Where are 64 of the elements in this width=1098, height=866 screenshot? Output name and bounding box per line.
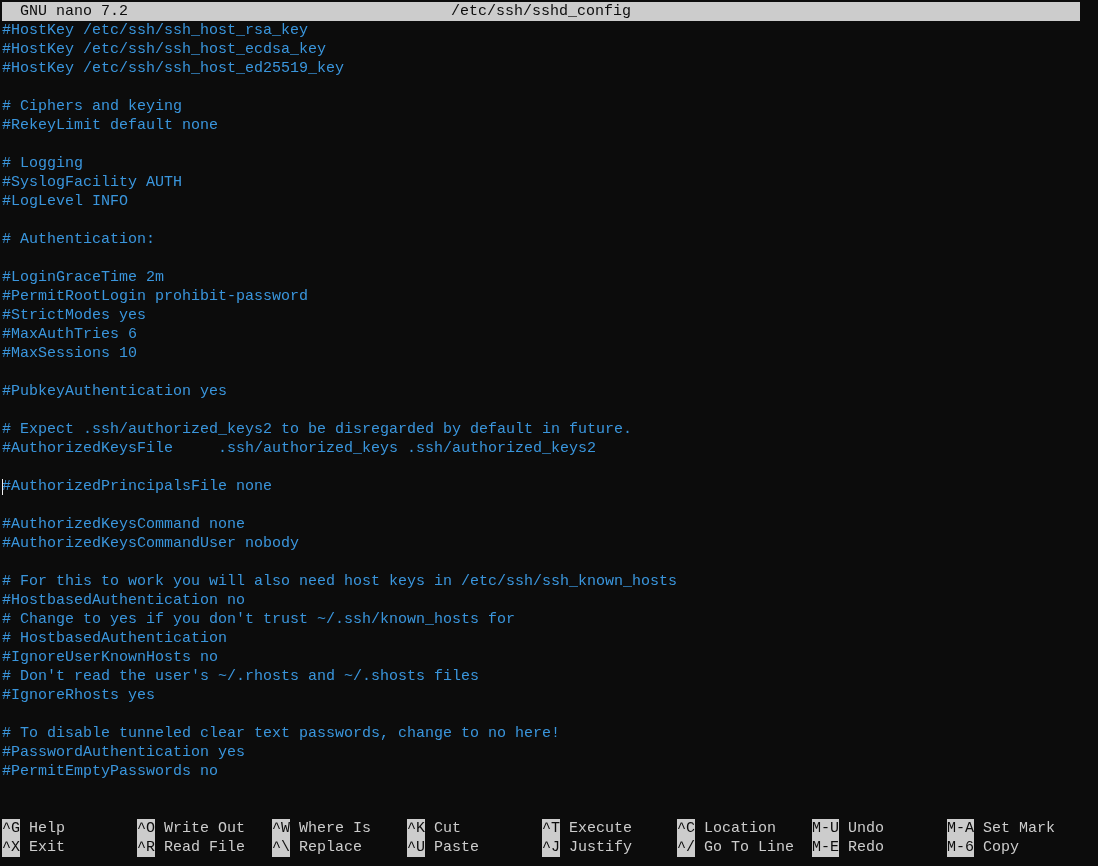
shortcut-label: Where Is	[299, 819, 372, 838]
config-line: #AuthorizedKeysCommandUser nobody	[2, 535, 300, 552]
shortcut-label: Undo	[848, 819, 885, 838]
config-line: # HostbasedAuthentication	[2, 630, 228, 647]
shortcut-label: Redo	[848, 838, 885, 857]
config-line: #IgnoreRhosts yes	[2, 687, 156, 704]
config-line: # Authentication:	[2, 231, 156, 248]
config-line: #LoginGraceTime 2m	[2, 269, 165, 286]
shortcut-label: Exit	[29, 838, 66, 857]
shortcut-label: Write Out	[164, 819, 246, 838]
config-line: #RekeyLimit default none	[2, 117, 219, 134]
shortcut-label: Execute	[569, 819, 633, 838]
config-line: #HostKey /etc/ssh/ssh_host_ecdsa_key	[2, 41, 327, 58]
config-line: # Expect .ssh/authorized_keys2 to be disregarded by default in future.	[2, 421, 633, 438]
config-line: #MaxSessions 10	[2, 345, 138, 362]
shortcut-key: ^G	[2, 819, 20, 838]
shortcut-label: Copy	[983, 838, 1020, 857]
shortcut-label: Location	[704, 819, 777, 838]
shortcut-label: Help	[29, 819, 66, 838]
config-line: #AuthorizedPrincipalsFile none	[2, 478, 273, 495]
config-line: # Don't read the user's ~/.rhosts and ~/.shosts files	[2, 668, 480, 685]
config-line: # For this to work you will also need host keys in /etc/ssh/ssh_known_hosts	[2, 573, 678, 590]
shortcut-label: Go To Line	[704, 838, 795, 857]
config-line: #LogLevel INFO	[2, 193, 129, 210]
shortcut-key: M-E	[812, 838, 839, 857]
config-line: # Change to yes if you don't trust ~/.ssh/known_hosts for	[2, 611, 516, 628]
config-line: #HostKey /etc/ssh/ssh_host_rsa_key	[2, 22, 309, 39]
config-line: #PermitRootLogin prohibit-password	[2, 288, 309, 305]
shortcut-key: ^T	[542, 819, 560, 838]
config-line: #AuthorizedKeysFile .ssh/authorized_keys .ssh/authorized_keys2	[2, 440, 597, 457]
shortcut-key: M-A	[947, 819, 974, 838]
shortcut-key: ^/	[677, 838, 695, 857]
shortcut-label: Replace	[299, 838, 363, 857]
config-line: #SyslogFacility AUTH	[2, 174, 183, 191]
shortcut-key: ^J	[542, 838, 560, 857]
shortcut-key: M-6	[947, 838, 974, 857]
config-line: # To disable tunneled clear text passwords, change to no here!	[2, 725, 561, 742]
config-line: #HostbasedAuthentication no	[2, 592, 246, 609]
file-name: /etc/ssh/sshd_config	[451, 2, 631, 21]
config-line: #PermitEmptyPasswords no	[2, 763, 219, 780]
config-line: #IgnoreUserKnownHosts no	[2, 649, 219, 666]
shortcut-key: M-U	[812, 819, 839, 838]
config-line: # Logging	[2, 155, 83, 172]
shortcut-key: ^U	[407, 838, 425, 857]
config-line: #StrictModes yes	[2, 307, 147, 324]
config-line: # Ciphers and keying	[2, 98, 183, 115]
shortcut-key: ^X	[2, 838, 20, 857]
config-line: #MaxAuthTries 6	[2, 326, 138, 343]
config-line: #PubkeyAuthentication yes	[2, 383, 228, 400]
app-version: GNU nano 7.2	[19, 2, 129, 21]
shortcut-key: ^\	[272, 838, 290, 857]
shortcut-label: Read File	[164, 838, 246, 857]
shortcut-label: Justify	[569, 838, 633, 857]
shortcut-key: ^W	[272, 819, 290, 838]
config-line: #AuthorizedKeysCommand none	[2, 516, 246, 533]
config-line: #PasswordAuthentication yes	[2, 744, 246, 761]
shortcut-key: ^R	[137, 838, 155, 857]
shortcut-key: ^K	[407, 819, 425, 838]
shortcut-label: Cut	[434, 819, 462, 838]
config-line: #HostKey /etc/ssh/ssh_host_ed25519_key	[2, 60, 345, 77]
shortcut-key: ^C	[677, 819, 695, 838]
shortcut-key: ^O	[137, 819, 155, 838]
shortcut-label: Set Mark	[983, 819, 1056, 838]
shortcut-label: Paste	[434, 838, 480, 857]
